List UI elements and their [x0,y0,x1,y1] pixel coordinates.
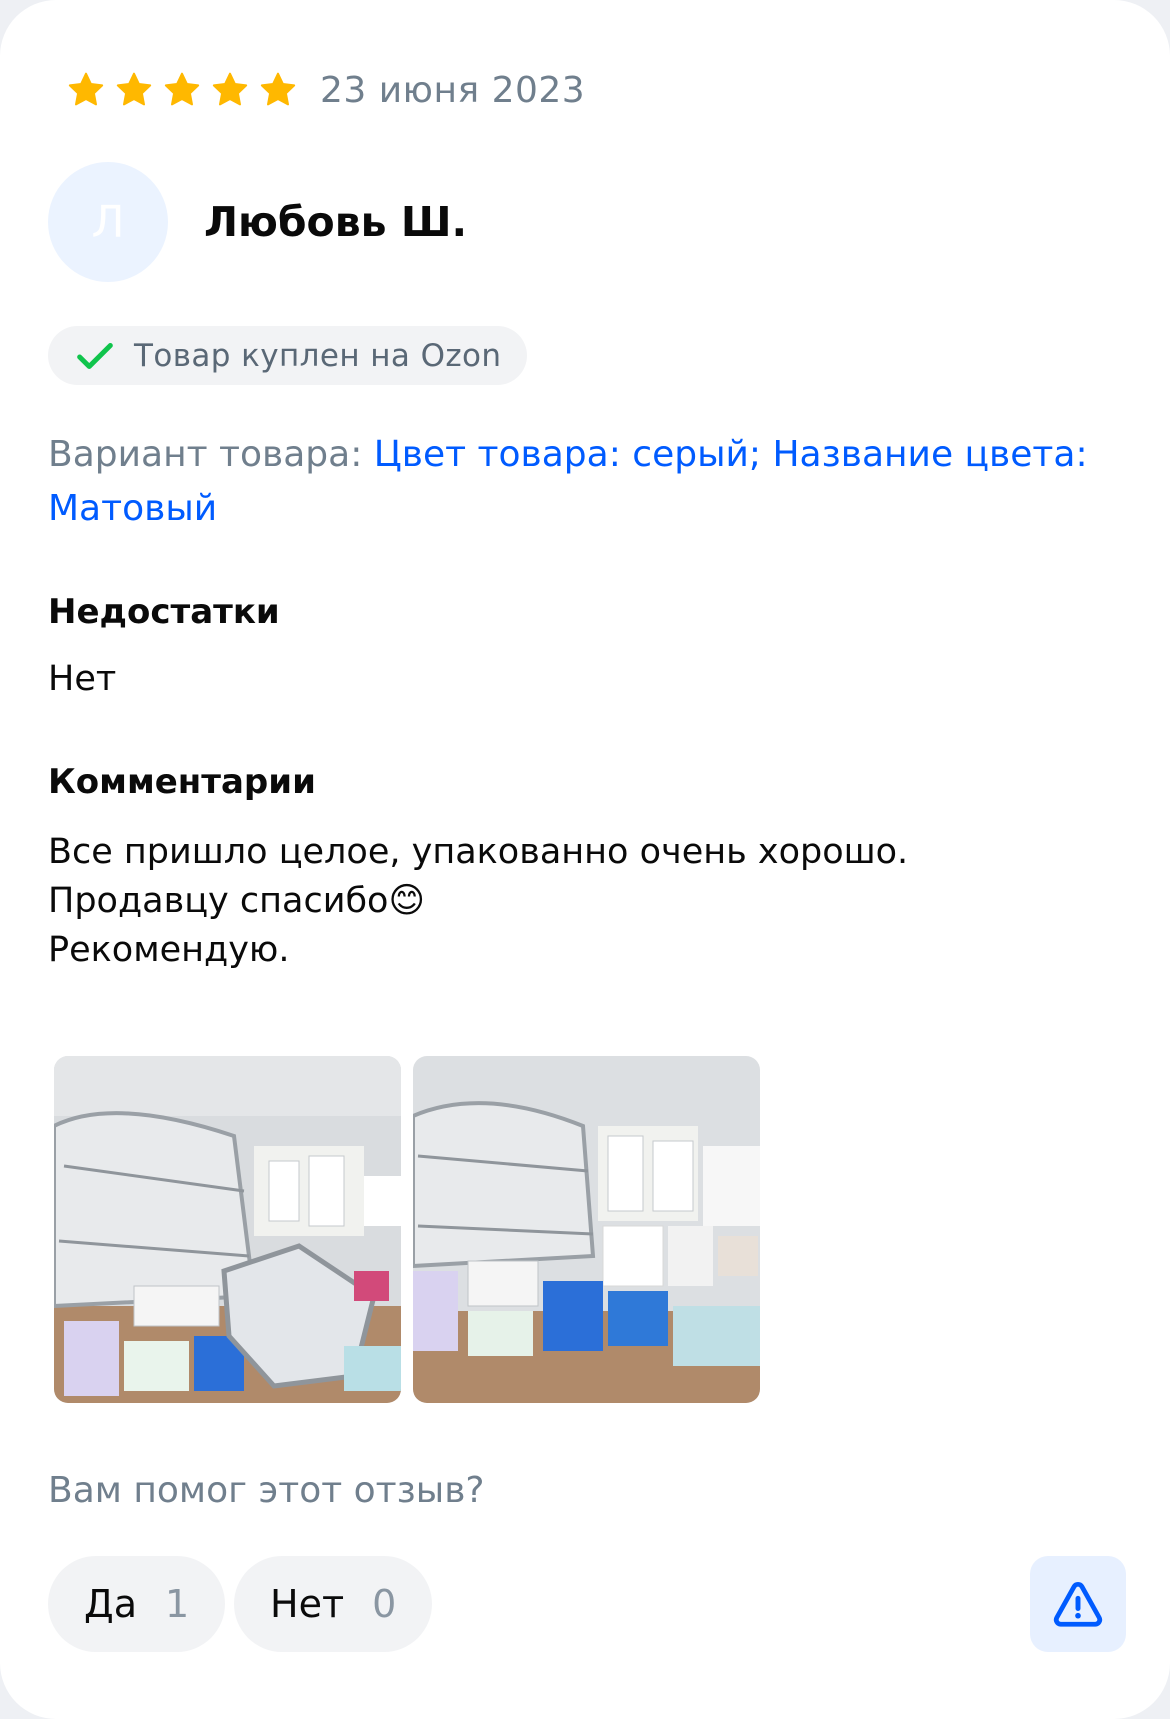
review-photo[interactable] [413,1056,760,1403]
purchase-badge: Товар куплен на Ozon [48,326,528,385]
variant-value-link-cont[interactable]: Матовый [48,488,217,529]
vote-yes-button[interactable]: Да 1 [48,1556,226,1652]
comment-line: Все пришло целое, упакованно очень хорош… [48,832,909,872]
check-icon [72,333,118,379]
vote-no-button[interactable]: Нет 0 [234,1556,433,1652]
rating-row: 23 июня 2023 [66,66,585,114]
author-row: Л Любовь Ш. [48,162,467,282]
star-icon [210,70,250,110]
review-card: 23 июня 2023 Л Любовь Ш. Товар куплен на… [0,0,1170,1719]
cons-title: Недостатки [48,592,280,632]
variant-value-link[interactable]: Цвет товара: серый; Название цвета: [374,434,1088,475]
comments-title: Комментарии [48,762,316,802]
star-icon [114,70,154,110]
helpful-question: Вам помог этот отзыв? [48,1470,485,1511]
author-name[interactable]: Любовь Ш. [204,198,467,246]
vote-yes-count: 1 [164,1582,190,1626]
vote-no-label: Нет [270,1582,345,1626]
vote-yes-label: Да [84,1582,137,1626]
variant-label: Вариант товара: [48,434,363,475]
warning-triangle-icon [1051,1577,1105,1631]
review-photos [54,1056,772,1403]
comments-text: Все пришло целое, упакованно очень хорош… [48,828,908,975]
vote-no-count: 0 [372,1582,397,1626]
comment-line: Продавцу спасибо😊 [48,881,425,921]
star-icon [258,70,298,110]
star-icon [162,70,202,110]
comment-line: Рекомендую. [48,930,290,970]
review-photo[interactable] [54,1056,401,1403]
product-variant: Вариант товара: Цвет товара: серый; Назв… [48,428,1128,536]
cons-text: Нет [48,659,117,699]
review-date: 23 июня 2023 [320,69,586,111]
avatar[interactable]: Л [48,162,168,282]
purchase-badge-text: Товар куплен на Ozon [134,337,502,374]
star-icon [66,70,106,110]
report-button[interactable] [1030,1556,1126,1652]
